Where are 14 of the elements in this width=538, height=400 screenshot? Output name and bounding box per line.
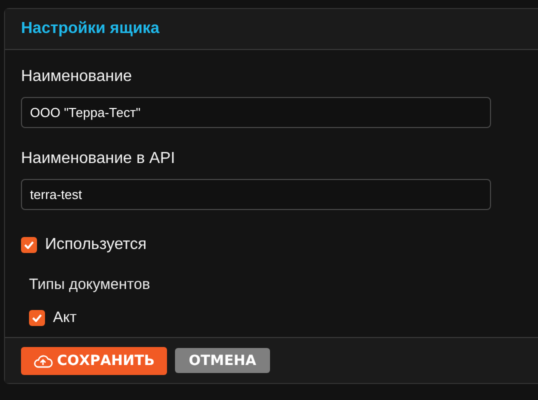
section-label: Типы документов [29,276,150,293]
input-field[interactable]: ООО "Терра-Тест" [21,97,491,128]
input-field[interactable]: terra-test [21,179,491,210]
field-label: Наименование в API [21,150,176,168]
checkbox-label: Акт [53,309,77,326]
checkbox[interactable] [29,310,45,326]
card-title: Настройки ящика [21,20,160,38]
check-icon [24,241,34,249]
check-icon [32,314,42,322]
cancel-button[interactable]: ОТМЕНА [174,348,270,373]
field-label: Наименование [21,68,132,86]
cloud-upload-icon [33,354,53,368]
checkbox[interactable] [21,237,37,253]
checkbox-label: Используется [45,236,147,254]
